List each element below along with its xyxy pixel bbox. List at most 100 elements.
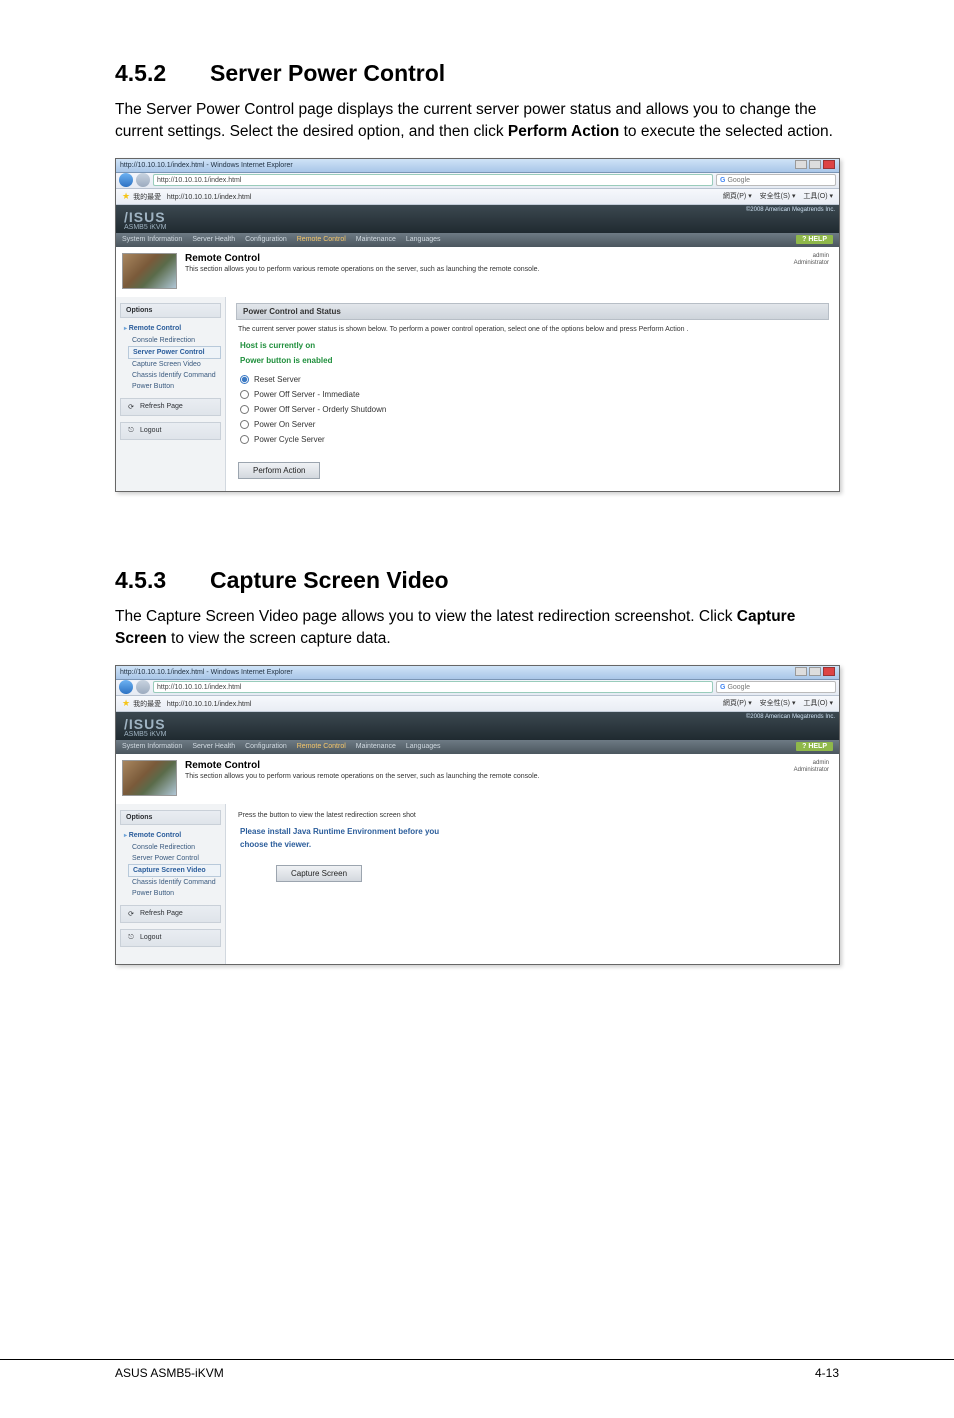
max-icon[interactable]: [809, 160, 821, 169]
favorites-bar: ★我的最愛 http://10.10.10.1/index.html 網頁(P)…: [116, 696, 839, 712]
brand-bar: /ISUS ASMB5 iKVM ©2008 American Megatren…: [116, 712, 839, 740]
menu-item-maint[interactable]: Maintenance: [356, 743, 396, 750]
capture-screen-button[interactable]: Capture Screen: [276, 865, 362, 882]
radio-input[interactable]: [240, 420, 249, 429]
radio-input[interactable]: [240, 435, 249, 444]
sidebar-category-remote[interactable]: Remote Control: [116, 322, 225, 335]
favorites-left: ★我的最愛 http://10.10.10.1/index.html: [122, 191, 251, 202]
radio-row[interactable]: Reset Server: [240, 375, 825, 384]
window-buttons[interactable]: [793, 160, 835, 171]
menu-item-maint[interactable]: Maintenance: [356, 236, 396, 243]
window-title: http://10.10.10.1/index.html - Windows I…: [120, 162, 293, 169]
menu-item-health[interactable]: Server Health: [192, 743, 235, 750]
menu-item-lang[interactable]: Languages: [406, 236, 441, 243]
sidebar-item[interactable]: Server Power Control: [128, 853, 225, 864]
radio-input[interactable]: [240, 405, 249, 414]
window-title: http://10.10.10.1/index.html - Windows I…: [120, 669, 293, 676]
copyright-label: ©2008 American Megatrends Inc.: [746, 207, 835, 213]
radio-label: Power Cycle Server: [254, 435, 325, 444]
sidebar-item[interactable]: Power Button: [128, 381, 225, 392]
max-icon[interactable]: [809, 667, 821, 676]
close-icon[interactable]: [823, 160, 835, 169]
back-icon[interactable]: [119, 173, 133, 187]
sidebar-options-header: Options: [120, 303, 221, 318]
screenshot-capture-video: http://10.10.10.1/index.html - Windows I…: [115, 665, 840, 965]
sidebar-item[interactable]: Capture Screen Video: [128, 864, 221, 877]
sidebar-item[interactable]: Power Button: [128, 888, 225, 899]
panel-note: The current server power status is shown…: [238, 326, 827, 333]
page-footer: ASUS ASMB5-iKVM 4-13: [0, 1359, 954, 1380]
logout-icon: ⎋: [126, 426, 136, 436]
sidebar-item[interactable]: Chassis Identify Command: [128, 370, 225, 381]
tool-item[interactable]: 網頁(P) ▾: [723, 700, 752, 707]
sidebar-item[interactable]: Chassis Identify Command: [128, 877, 225, 888]
url-input[interactable]: http://10.10.10.1/index.html: [153, 174, 713, 186]
help-button[interactable]: ? HELP: [796, 742, 833, 751]
google-icon: G: [720, 177, 725, 184]
logout-button[interactable]: ⎋Logout: [120, 422, 221, 440]
tool-item[interactable]: 工具(O) ▾: [803, 700, 833, 707]
body-pre: The Capture Screen Video page allows you…: [115, 608, 737, 625]
favorites-bar: ★我的最愛 http://10.10.10.1/index.html 網頁(P)…: [116, 189, 839, 205]
panel-heading: Power Control and Status: [236, 303, 829, 320]
radio-row[interactable]: Power Off Server - Immediate: [240, 390, 825, 399]
window-titlebar: http://10.10.10.1/index.html - Windows I…: [116, 159, 839, 173]
radio-group: Reset Server Power Off Server - Immediate…: [236, 375, 829, 444]
user-info: admin Administrator: [794, 253, 829, 267]
search-input[interactable]: GGoogle: [716, 681, 836, 693]
header-thumbnail: [122, 253, 177, 289]
radio-label: Power On Server: [254, 420, 315, 429]
sidebar-item[interactable]: Console Redirection: [128, 842, 225, 853]
address-bar: http://10.10.10.1/index.html GGoogle: [116, 173, 839, 189]
menu-item-config[interactable]: Configuration: [245, 743, 287, 750]
menu-item-lang[interactable]: Languages: [406, 743, 441, 750]
radio-row[interactable]: Power Off Server - Orderly Shutdown: [240, 405, 825, 414]
sidebar-list: Console RedirectionServer Power ControlC…: [128, 842, 225, 899]
refresh-icon: ⟳: [126, 909, 136, 919]
radio-input[interactable]: [240, 375, 249, 384]
sidebar-item[interactable]: Server Power Control: [128, 346, 221, 359]
sidebar-category-remote[interactable]: Remote Control: [116, 829, 225, 842]
content-title: Remote Control: [185, 760, 539, 771]
radio-input[interactable]: [240, 390, 249, 399]
refresh-button[interactable]: ⟳Refresh Page: [120, 905, 221, 923]
host-status: Host is currently on: [240, 341, 825, 350]
screenshot-power-control: http://10.10.10.1/index.html - Windows I…: [115, 158, 840, 492]
url-input[interactable]: http://10.10.10.1/index.html: [153, 681, 713, 693]
back-icon[interactable]: [119, 680, 133, 694]
forward-icon[interactable]: [136, 173, 150, 187]
radio-label: Reset Server: [254, 375, 301, 384]
menu-item-remote[interactable]: Remote Control: [297, 236, 346, 243]
search-input[interactable]: GGoogle: [716, 174, 836, 186]
tool-item[interactable]: 安全性(S) ▾: [760, 700, 796, 707]
sidebar-item[interactable]: Capture Screen Video: [128, 359, 225, 370]
menu-item-remote[interactable]: Remote Control: [297, 743, 346, 750]
radio-label: Power Off Server - Orderly Shutdown: [254, 405, 386, 414]
close-icon[interactable]: [823, 667, 835, 676]
menu-item-health[interactable]: Server Health: [192, 236, 235, 243]
menu-item-sysinfo[interactable]: System Information: [122, 743, 182, 750]
menu-item-sysinfo[interactable]: System Information: [122, 236, 182, 243]
menu-item-config[interactable]: Configuration: [245, 236, 287, 243]
refresh-button[interactable]: ⟳Refresh Page: [120, 398, 221, 416]
help-button[interactable]: ? HELP: [796, 235, 833, 244]
min-icon[interactable]: [795, 667, 807, 676]
logout-icon: ⎋: [126, 933, 136, 943]
toolbar-tools: 網頁(P) ▾ 安全性(S) ▾ 工具(O) ▾: [717, 698, 833, 708]
tool-item[interactable]: 工具(O) ▾: [803, 193, 833, 200]
sidebar-list: Console RedirectionServer Power ControlC…: [128, 335, 225, 392]
sidebar-item[interactable]: Console Redirection: [128, 335, 225, 346]
radio-row[interactable]: Power On Server: [240, 420, 825, 429]
logout-button[interactable]: ⎋Logout: [120, 929, 221, 947]
tool-item[interactable]: 安全性(S) ▾: [760, 193, 796, 200]
min-icon[interactable]: [795, 160, 807, 169]
window-buttons[interactable]: [793, 667, 835, 678]
content-subtitle: This section allows you to perform vario…: [185, 266, 539, 273]
perform-action-button[interactable]: Perform Action: [238, 462, 320, 479]
radio-row[interactable]: Power Cycle Server: [240, 435, 825, 444]
tool-item[interactable]: 網頁(P) ▾: [723, 193, 752, 200]
forward-icon[interactable]: [136, 680, 150, 694]
section-title: Capture Screen Video: [210, 567, 449, 593]
brand-sub: ASMB5 iKVM: [124, 224, 831, 231]
section-number: 4.5.2: [115, 60, 210, 87]
